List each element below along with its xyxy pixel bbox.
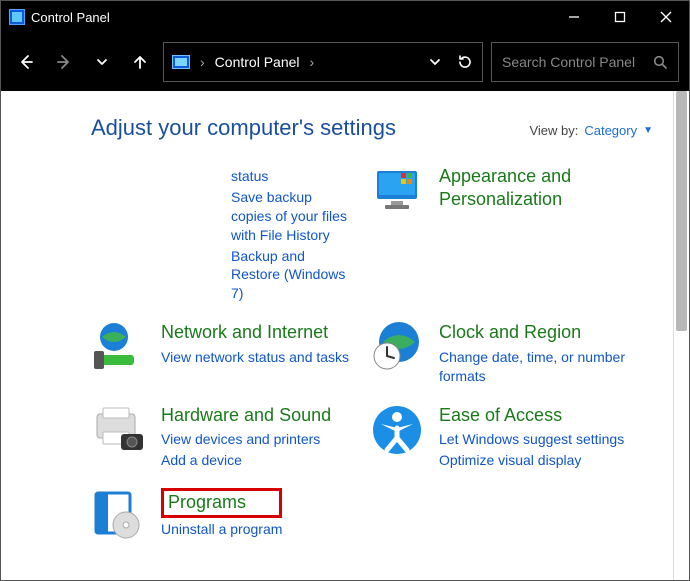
chevron-right-icon: › [310,54,315,70]
category-title[interactable]: Appearance and Personalization [439,165,629,210]
chevron-down-icon: ▼ [643,125,653,136]
view-by-label: View by: [529,123,578,138]
category-ease-of-access[interactable]: Ease of Access Let Windows suggest setti… [369,404,629,470]
category-programs[interactable]: Programs Uninstall a program [91,488,351,540]
link-optimize-display[interactable]: Optimize visual display [439,451,624,470]
category-network[interactable]: Network and Internet View network status… [91,321,351,373]
breadcrumb[interactable]: Control Panel [215,54,300,70]
category-title[interactable]: Network and Internet [161,321,349,344]
category-title[interactable]: Hardware and Sound [161,404,331,427]
search-input[interactable]: Search Control Panel [491,42,679,82]
link-status[interactable]: status [231,167,351,186]
window-title: Control Panel [31,10,110,25]
chevron-right-icon: › [200,54,205,70]
link-uninstall-program[interactable]: Uninstall a program [161,520,282,539]
content-area: Adjust your computer's settings View by:… [1,91,673,580]
programs-disc-icon [91,488,147,540]
monitor-icon [369,165,425,217]
refresh-button[interactable] [456,53,474,71]
forward-button[interactable] [49,42,79,82]
category-title[interactable]: Clock and Region [439,321,629,344]
titlebar: Control Panel [1,1,689,33]
back-button[interactable] [11,42,41,82]
category-title[interactable]: Programs [168,492,246,512]
category-title[interactable]: Ease of Access [439,404,624,427]
minimize-button[interactable] [551,1,597,33]
close-button[interactable] [643,1,689,33]
scrollbar-handle[interactable] [676,91,687,331]
link-file-history[interactable]: Save backup copies of your files with Fi… [231,188,351,245]
highlight-box: Programs [161,488,282,519]
up-button[interactable] [125,42,155,82]
link-backup-restore[interactable]: Backup and Restore (Windows 7) [231,247,351,304]
link-network-status[interactable]: View network status and tasks [161,348,349,367]
link-add-device[interactable]: Add a device [161,451,331,470]
globe-network-icon [91,321,147,373]
accessibility-icon [369,404,425,456]
address-bar[interactable]: › Control Panel › [163,42,483,82]
toolbar: › Control Panel › Search Control Panel [1,33,689,91]
search-icon [653,55,668,70]
clock-globe-icon [369,321,425,373]
view-by-value: Category [584,123,637,138]
category-system-partial: status Save backup copies of your files … [91,169,351,303]
link-devices-printers[interactable]: View devices and printers [161,430,331,449]
link-date-time[interactable]: Change date, time, or number formats [439,348,629,386]
maximize-button[interactable] [597,1,643,33]
app-icon [9,9,25,25]
address-icon [172,55,190,69]
category-appearance[interactable]: Appearance and Personalization [369,165,629,217]
printer-camera-icon [91,404,147,456]
page-title: Adjust your computer's settings [91,115,396,141]
category-clock[interactable]: Clock and Region Change date, time, or n… [369,321,629,385]
address-history-dropdown[interactable] [428,55,442,69]
view-by-selector[interactable]: View by: Category ▼ [529,123,653,138]
recent-dropdown[interactable] [87,42,117,82]
search-placeholder: Search Control Panel [502,54,635,70]
vertical-scrollbar[interactable] [673,91,689,580]
category-hardware[interactable]: Hardware and Sound View devices and prin… [91,404,351,470]
link-suggest-settings[interactable]: Let Windows suggest settings [439,430,624,449]
